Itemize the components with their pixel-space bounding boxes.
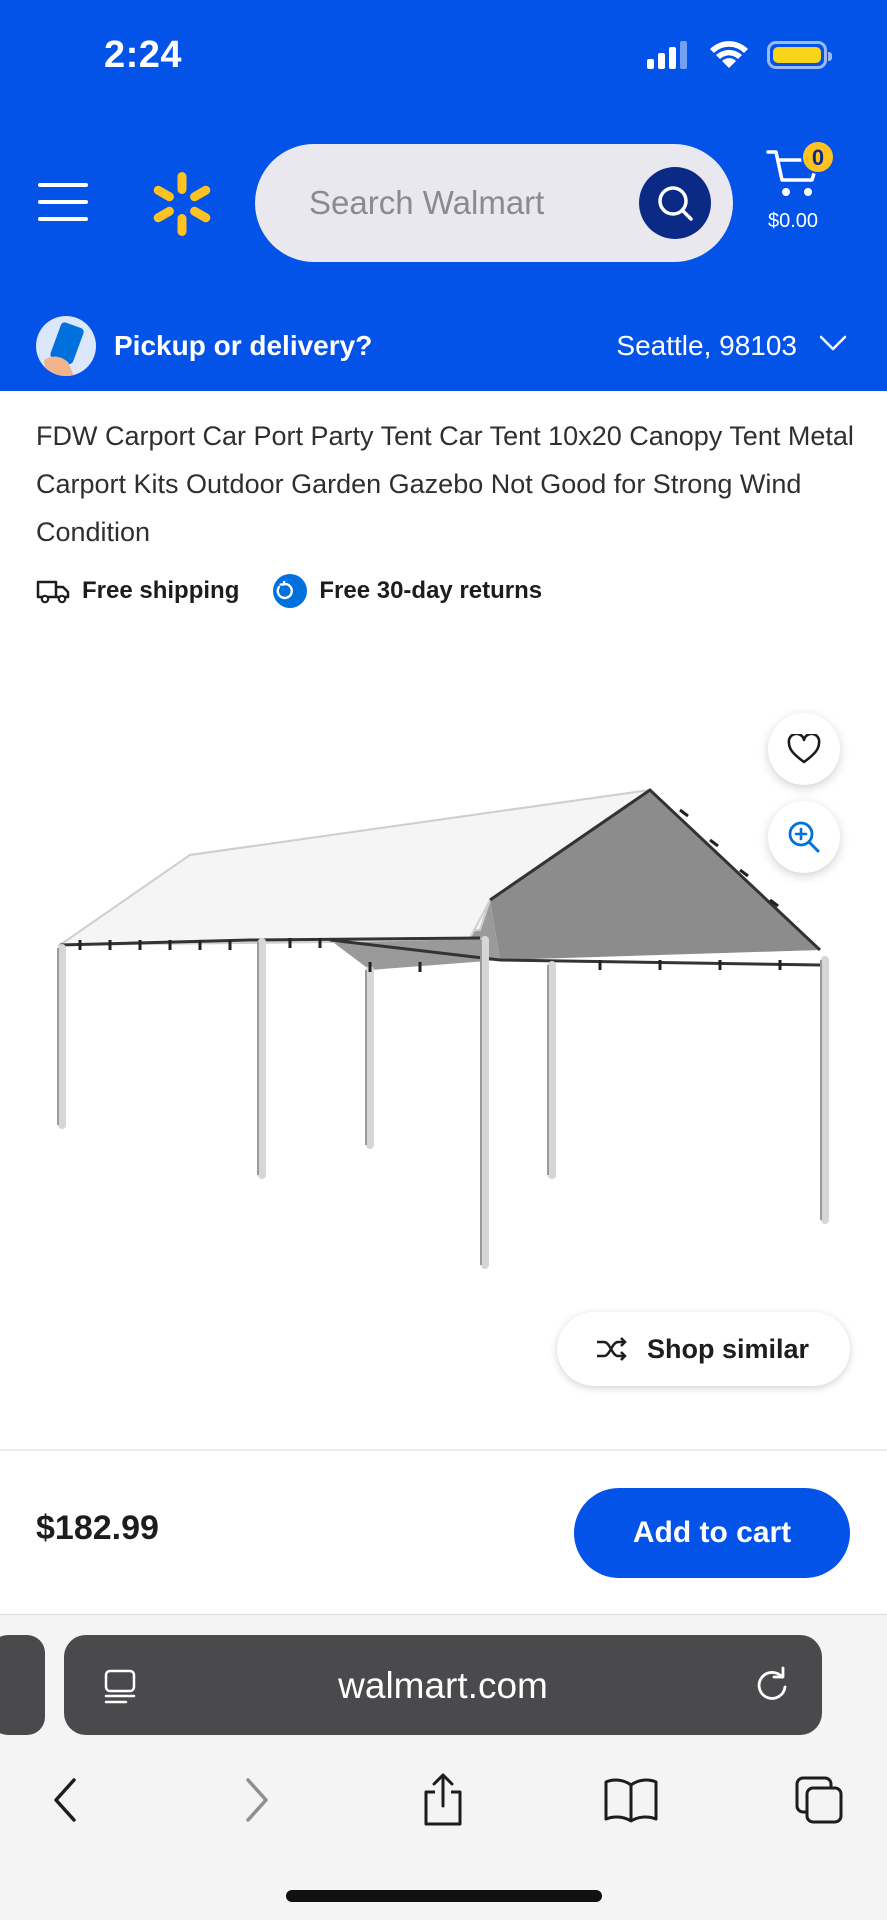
- free-returns-badge: Free 30-day returns: [273, 574, 542, 608]
- wifi-icon: [710, 41, 748, 68]
- shop-similar-button[interactable]: Shop similar: [557, 1312, 850, 1386]
- search-placeholder: Search Walmart: [309, 184, 545, 221]
- shuffle-icon: [597, 1337, 627, 1361]
- free-shipping-badge: Free shipping: [36, 577, 239, 605]
- free-returns-label: Free 30-day returns: [319, 577, 543, 604]
- favorite-button[interactable]: [768, 713, 840, 785]
- free-shipping-label: Free shipping: [82, 577, 240, 604]
- zoom-button[interactable]: [768, 801, 840, 873]
- browser-nav-row: [0, 1765, 887, 1845]
- bookmarks-button[interactable]: [596, 1765, 666, 1835]
- battery-icon: [767, 41, 832, 69]
- share-button[interactable]: [408, 1765, 478, 1835]
- product-title: FDW Carport Car Port Party Tent Car Tent…: [36, 421, 854, 547]
- walmart-spark-logo[interactable]: [148, 170, 216, 238]
- bookmarks-icon: [604, 1778, 658, 1823]
- pickup-phone-icon: [36, 316, 96, 376]
- forward-icon: [246, 1778, 268, 1822]
- cart-total: $0.00: [768, 210, 819, 232]
- address-bar[interactable]: walmart.com: [64, 1635, 822, 1735]
- home-indicator: [286, 1890, 602, 1902]
- returns-icon: [273, 574, 308, 608]
- tabs-button[interactable]: [784, 1765, 854, 1835]
- reload-icon[interactable]: [752, 1665, 792, 1705]
- forward-button[interactable]: [222, 1765, 292, 1835]
- chevron-down-icon[interactable]: [819, 334, 847, 352]
- menu-button[interactable]: [38, 183, 88, 221]
- truck-icon: [36, 580, 70, 604]
- share-icon: [424, 1773, 462, 1826]
- status-time: 2:24: [104, 34, 183, 76]
- cart-count-badge: 0: [801, 140, 835, 174]
- search-button[interactable]: [639, 167, 711, 239]
- pickup-label: Pickup or delivery?: [114, 330, 373, 361]
- previous-tab-preview[interactable]: [0, 1635, 45, 1735]
- cart-button[interactable]: 0 $0.00: [760, 140, 850, 240]
- status-icons: [647, 40, 832, 70]
- store-location[interactable]: Seattle, 98103: [616, 330, 797, 362]
- back-button[interactable]: [30, 1765, 100, 1835]
- back-icon: [54, 1778, 76, 1822]
- product-price: $182.99: [36, 1509, 159, 1547]
- zoom-in-icon: [788, 821, 820, 853]
- heart-icon: [787, 734, 821, 764]
- url-text: walmart.com: [338, 1665, 548, 1706]
- shipping-badges: Free shipping Free 30-day returns: [36, 573, 576, 609]
- search-input[interactable]: Search Walmart: [255, 144, 733, 262]
- add-to-cart-button[interactable]: Add to cart: [574, 1488, 850, 1578]
- browser-toolbar: walmart.com: [0, 1614, 887, 1920]
- search-icon: [658, 186, 693, 221]
- shop-similar-label: Shop similar: [647, 1333, 810, 1364]
- cellular-signal-icon: [647, 41, 687, 69]
- tabs-icon: [795, 1776, 843, 1824]
- header: 2:24 Search Walmart 0 $0.00 Pickup or de…: [0, 0, 887, 391]
- pickup-delivery-bar[interactable]: Pickup or delivery? Seattle, 98103: [0, 310, 887, 391]
- carport-canopy-image[interactable]: [40, 770, 840, 1290]
- divider: [0, 1449, 887, 1451]
